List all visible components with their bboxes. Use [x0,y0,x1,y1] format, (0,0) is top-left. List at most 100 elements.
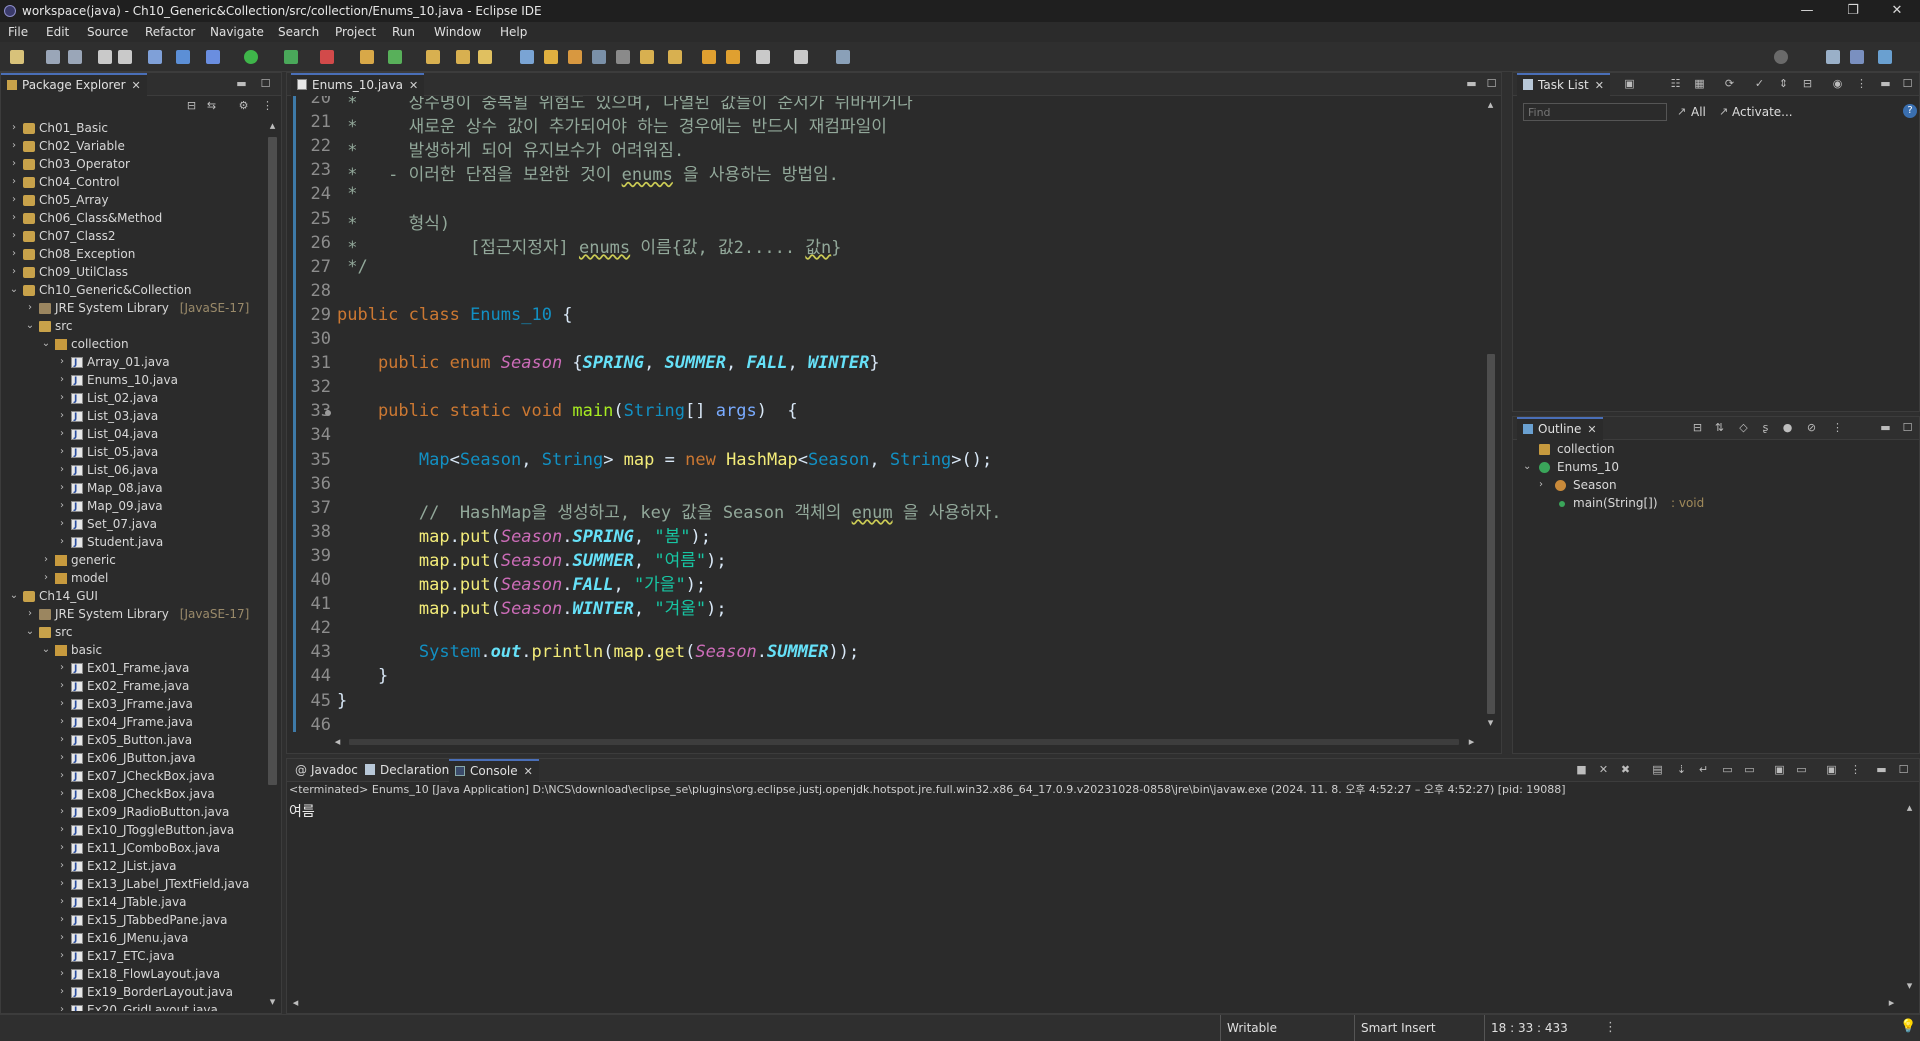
code-line[interactable]: map.put(Season.WINTER, "겨울"); [337,594,727,619]
hide-non-public-icon[interactable]: ● [1781,421,1794,434]
code-line[interactable]: */ [337,257,367,281]
close-icon[interactable]: ✕ [1595,79,1604,92]
code-editor[interactable]: 20 * 상수명이 중복될 위험도 있으며, 나열된 값들이 순서가 뒤바뀌거나… [287,96,1481,732]
expand-icon[interactable]: › [57,425,67,443]
annotation-nav-icon[interactable] [668,50,682,64]
expand-icon[interactable]: › [57,443,67,461]
tree-item[interactable]: › Ex06_JButton.java [1,749,263,768]
menu-project[interactable]: Project [335,22,376,42]
scroll-left-icon[interactable]: ◂ [289,996,302,1009]
expand-icon[interactable]: › [57,749,67,767]
expand-icon[interactable]: › [9,209,19,227]
expand-icon[interactable]: › [9,227,19,245]
minimize-icon[interactable]: ▬ [1465,77,1478,90]
view-menu-icon[interactable]: ⋮ [1855,77,1868,90]
code-line[interactable]: * 상수명이 중복될 위험도 있으며, 나열된 값들이 순서가 뒤바뀌거나 [337,96,913,113]
tree-item[interactable]: › Ex04_JFrame.java [1,713,263,732]
tab-javadoc[interactable]: @ Javadoc [289,759,364,781]
tab-outline[interactable]: Outline ✕ [1517,417,1603,441]
expand-icon[interactable]: › [57,461,67,479]
expand-icon[interactable]: › [57,659,67,677]
task-all-link[interactable]: All [1691,105,1706,119]
redo-icon[interactable] [118,50,132,64]
code-line[interactable]: System.out.println(map.get(Season.SUMMER… [337,642,859,666]
tree-item[interactable]: › JRE System Library [JavaSE-17] [1,605,263,623]
sort-icon[interactable]: ⇅ [1713,421,1726,434]
editor-scroll-thumb[interactable] [1487,354,1495,714]
tab-enums-10[interactable]: Enums_10.java ✕ [291,73,425,97]
expand-icon[interactable]: › [57,929,67,947]
collapse-icon[interactable]: ⌄ [25,623,35,641]
tree-item[interactable]: › Ex19_BorderLayout.java [1,983,263,1002]
editor-hscrollbar[interactable]: ◂ ▸ [331,733,1481,751]
terminate-icon[interactable]: ■ [1575,763,1588,776]
code-line[interactable]: public enum Season {SPRING, SUMMER, FALL… [337,353,880,377]
search-icon[interactable] [478,50,492,64]
tree-item[interactable]: › model [1,569,263,587]
code-line[interactable]: * - 이러한 단점을 보완한 것이 enums 을 사용하는 방법임. [337,160,839,185]
code-line[interactable]: } [337,691,347,715]
undo-icon[interactable] [98,50,112,64]
collapse-icon[interactable]: ⌄ [41,641,51,659]
maximize-icon[interactable]: ☐ [1897,763,1910,776]
expand-icon[interactable]: › [57,479,67,497]
expand-icon[interactable]: › [9,137,19,155]
code-line[interactable]: * [접근지정자] enums 이름{값, 값2..... 값n} [337,233,841,258]
tree-item[interactable]: › Ex07_JCheckBox.java [1,767,263,786]
expand-icon[interactable]: › [41,569,51,587]
new-task-icon[interactable]: ▣ [1623,77,1636,90]
tree-item[interactable]: › Ex12_JList.java [1,857,263,876]
word-wrap-icon[interactable] [592,50,606,64]
maximize-icon[interactable]: ☐ [1901,421,1914,434]
new-class-icon[interactable] [426,50,440,64]
tree-item[interactable]: ⌄ basic [1,641,263,659]
sync-icon[interactable]: ⟳ [1723,77,1736,90]
new-package-icon[interactable] [388,50,402,64]
expand-icon[interactable]: › [57,911,67,929]
tab-task-list[interactable]: Task List ✕ [1517,73,1610,97]
remove-launch-icon[interactable]: ✕ [1597,763,1610,776]
forward-edit-icon[interactable] [726,50,740,64]
tree-item[interactable]: ⌄ src [1,317,263,335]
console-output[interactable]: 여름 [289,801,315,821]
scroll-up-icon[interactable]: ▴ [266,119,279,132]
close-icon[interactable]: ✕ [132,79,141,92]
last-edit-icon[interactable] [640,50,654,64]
view-menu-icon[interactable]: ⋮ [1831,421,1844,434]
tree-item[interactable]: › Ex10_JToggleButton.java [1,821,263,840]
tab-console[interactable]: Console ✕ [449,759,539,783]
forward-icon[interactable] [794,50,808,64]
close-icon[interactable]: ✕ [524,765,533,778]
expand-icon[interactable]: › [25,299,35,317]
close-icon[interactable]: ✕ [1587,423,1596,436]
expand-icon[interactable]: › [57,353,67,371]
expand-icon[interactable]: › [57,803,67,821]
tree-item[interactable]: › Student.java [1,533,263,552]
expand-icon[interactable]: › [57,731,67,749]
tree-item[interactable]: › List_03.java [1,407,263,426]
tree-item[interactable]: › Ex13_JLabel_JTextField.java [1,875,263,894]
collapse-icon[interactable]: ⌄ [9,587,19,605]
code-line[interactable]: map.put(Season.SPRING, "봄"); [337,522,711,547]
open-perspective-icon[interactable] [1826,50,1840,64]
expand-icon[interactable]: › [57,821,67,839]
tree-item[interactable]: › Ch01_Basic [1,119,263,137]
scroll-up-icon[interactable]: ▴ [1903,801,1916,814]
scroll-right-icon[interactable]: ▸ [1885,996,1898,1009]
debug-icon[interactable] [206,50,220,64]
collapse-all-icon[interactable]: ⊟ [1691,421,1704,434]
hide-local-types-icon[interactable]: ⊘ [1805,421,1818,434]
open-console-icon[interactable]: ▣ [1825,763,1838,776]
tree-item[interactable]: › JRE System Library [JavaSE-17] [1,299,263,317]
run-icon[interactable] [244,50,258,64]
tree-item[interactable]: › List_04.java [1,425,263,444]
help-icon[interactable]: ? [1903,104,1917,118]
expand-icon[interactable]: › [57,893,67,911]
menu-search[interactable]: Search [278,22,319,42]
expand-icon[interactable]: › [57,839,67,857]
expand-icon[interactable]: › [9,119,19,137]
minimize-icon[interactable]: ▬ [235,77,248,90]
expand-icon[interactable]: › [9,191,19,209]
tree-item[interactable]: ⌄ src [1,623,263,641]
code-line[interactable]: public class Enums_10 { [337,305,572,329]
